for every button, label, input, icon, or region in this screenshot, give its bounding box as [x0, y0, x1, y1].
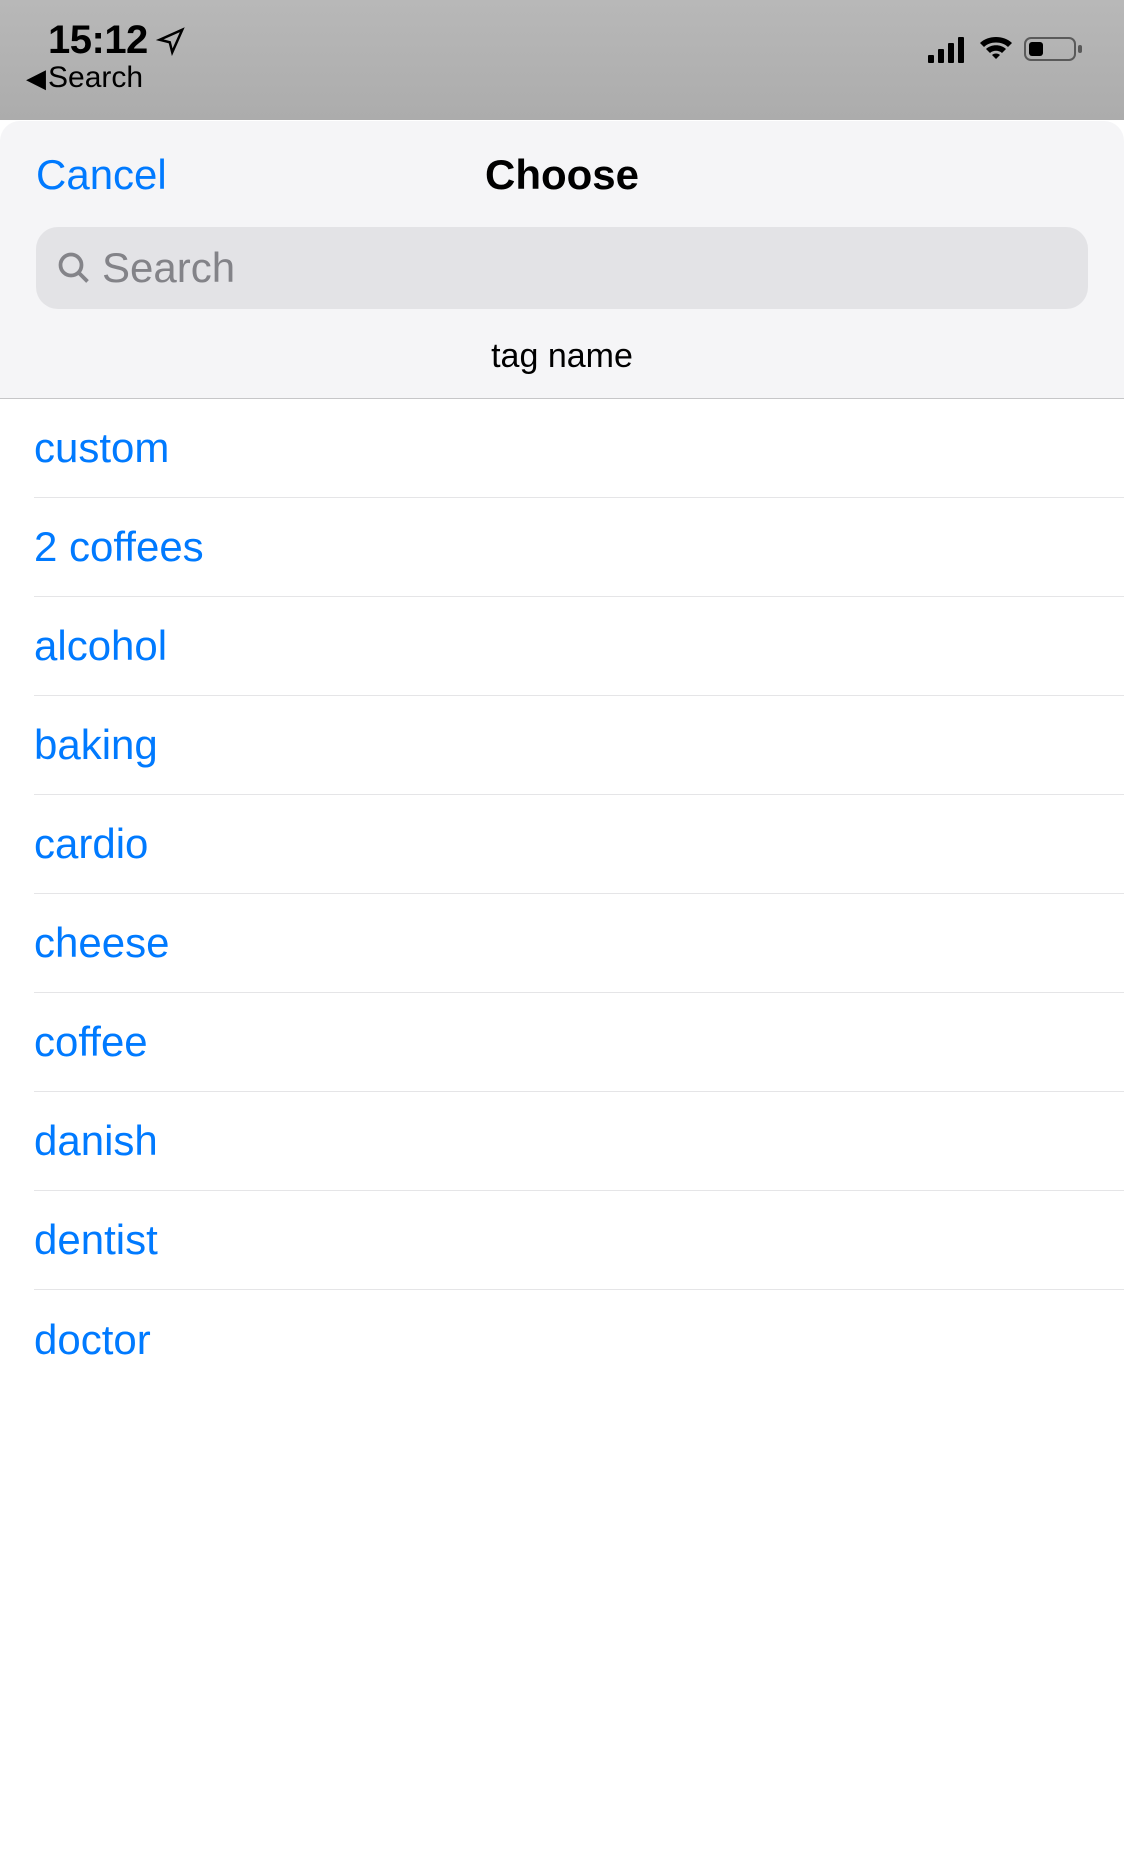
- battery-icon: [1024, 35, 1084, 68]
- wifi-icon: [978, 35, 1014, 68]
- list-item[interactable]: danish: [0, 1092, 1124, 1191]
- choose-modal: Cancel Choose Search tag name custom 2 c…: [0, 121, 1124, 1858]
- tag-label: 2 coffees: [34, 498, 1124, 597]
- location-icon: [156, 26, 186, 56]
- status-time: 15:12: [48, 18, 148, 63]
- tag-label: cardio: [34, 795, 1124, 894]
- tag-label: doctor: [34, 1290, 1124, 1389]
- search-input[interactable]: Search: [36, 227, 1088, 309]
- list-item[interactable]: baking: [0, 696, 1124, 795]
- tag-label: custom: [34, 399, 1124, 498]
- list-item[interactable]: cardio: [0, 795, 1124, 894]
- tag-label: alcohol: [34, 597, 1124, 696]
- list-item[interactable]: cheese: [0, 894, 1124, 993]
- modal-header: Cancel Choose: [0, 121, 1124, 227]
- list-item[interactable]: doctor: [0, 1290, 1124, 1389]
- list-item[interactable]: coffee: [0, 993, 1124, 1092]
- tag-label: cheese: [34, 894, 1124, 993]
- list-item[interactable]: dentist: [0, 1191, 1124, 1290]
- search-placeholder: Search: [102, 244, 235, 292]
- section-header: tag name: [0, 337, 1124, 399]
- tag-label: danish: [34, 1092, 1124, 1191]
- search-icon: [56, 250, 92, 286]
- back-label: Search: [48, 61, 143, 95]
- list-item[interactable]: alcohol: [0, 597, 1124, 696]
- back-to-app-button[interactable]: ◀ Search: [26, 61, 1084, 95]
- cellular-signal-icon: [928, 35, 968, 68]
- modal-title: Choose: [485, 151, 639, 199]
- cancel-button[interactable]: Cancel: [36, 151, 167, 199]
- status-bar: 15:12 ◀ Search: [0, 0, 1124, 120]
- tag-label: coffee: [34, 993, 1124, 1092]
- tag-label: dentist: [34, 1191, 1124, 1290]
- chevron-left-icon: ◀: [26, 63, 46, 94]
- list-item[interactable]: custom: [0, 399, 1124, 498]
- list-item[interactable]: 2 coffees: [0, 498, 1124, 597]
- tag-label: baking: [34, 696, 1124, 795]
- tag-list: custom 2 coffees alcohol baking cardio c…: [0, 399, 1124, 1858]
